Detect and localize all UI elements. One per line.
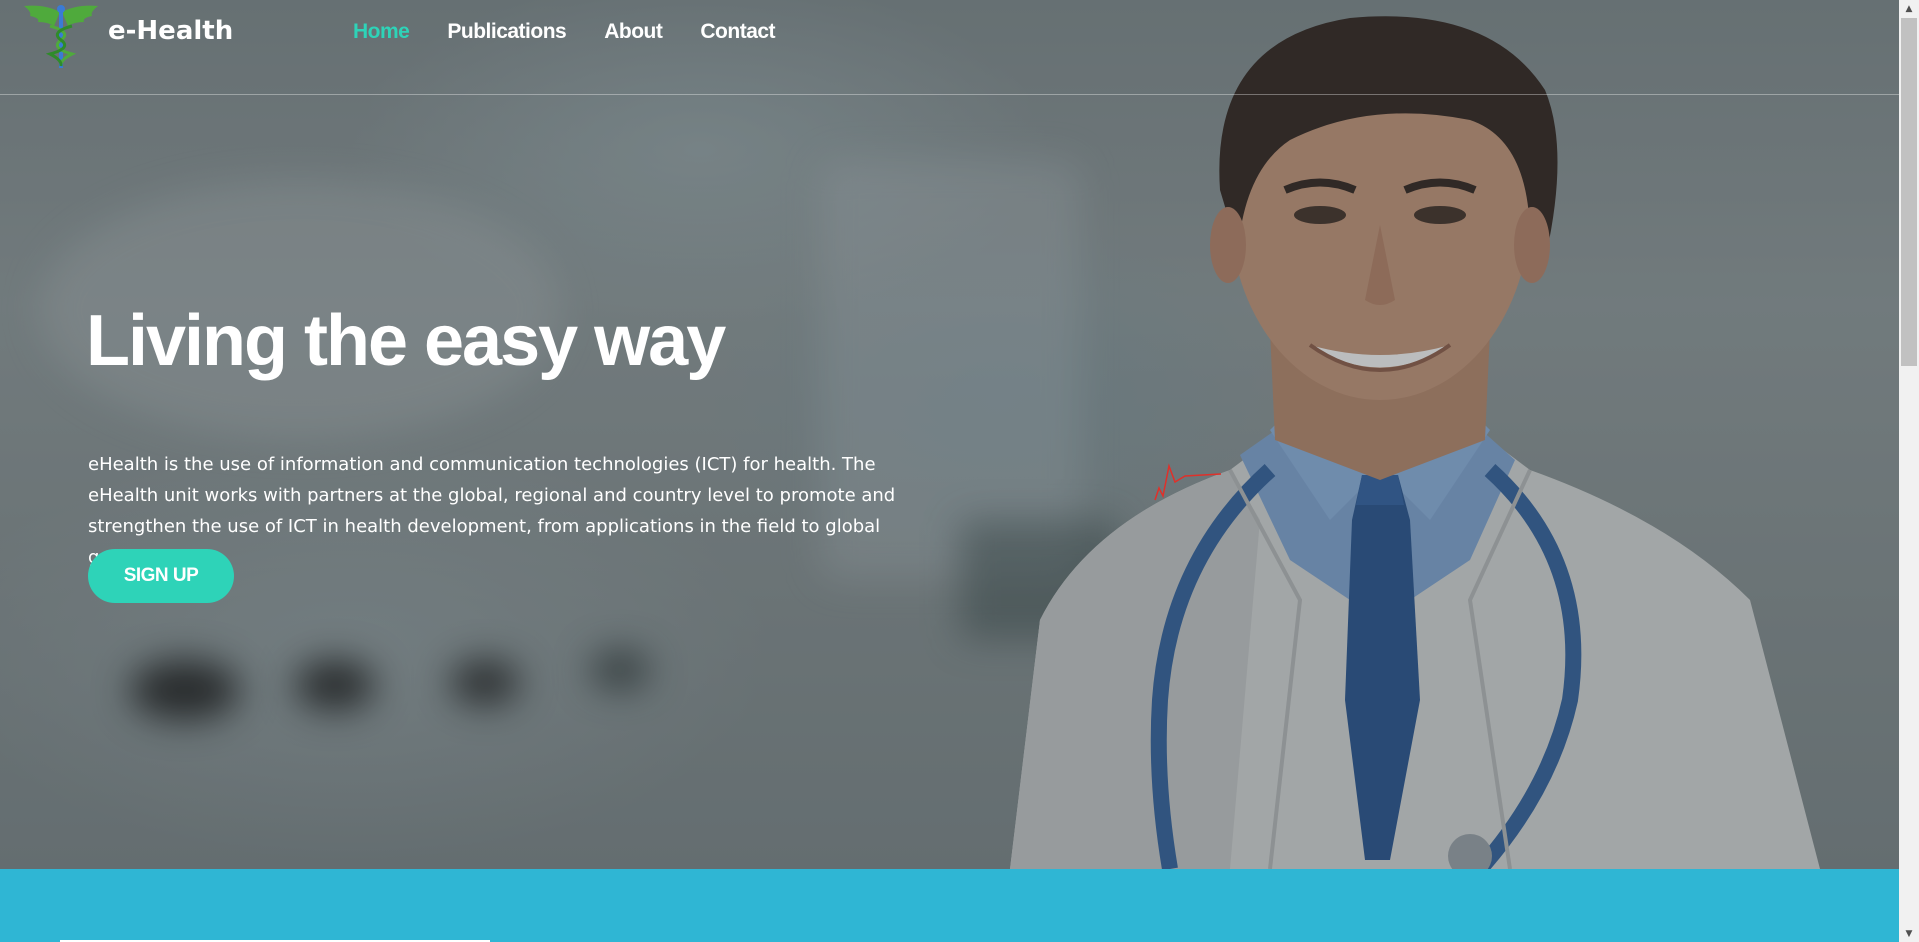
hero-section: e-Health Home Publications About Contact… [0,0,1899,869]
page-viewport: e-Health Home Publications About Contact… [0,0,1899,942]
scrollbar-thumb[interactable] [1901,18,1917,366]
scroll-up-icon[interactable]: ▲ [1899,0,1919,17]
logo[interactable]: e-Health [20,2,233,70]
nav-home[interactable]: Home [353,20,410,44]
caduceus-icon [24,5,98,68]
hero-overlay [0,0,1899,869]
nav-about[interactable]: About [604,20,663,44]
nav-contact[interactable]: Contact [700,20,775,44]
vertical-scrollbar[interactable]: ▲ ▼ [1899,0,1919,942]
brand-name: e-Health [108,16,234,46]
info-band [0,869,1899,942]
main-nav: Home Publications About Contact [353,20,813,44]
hero-title: Living the easy way [86,301,726,381]
nav-publications[interactable]: Publications [447,20,566,44]
scroll-down-icon[interactable]: ▼ [1899,925,1919,942]
site-header: e-Health Home Publications About Contact [0,0,1899,95]
heartbeat-icon [1154,463,1222,501]
signup-button[interactable]: SIGN UP [88,549,234,603]
